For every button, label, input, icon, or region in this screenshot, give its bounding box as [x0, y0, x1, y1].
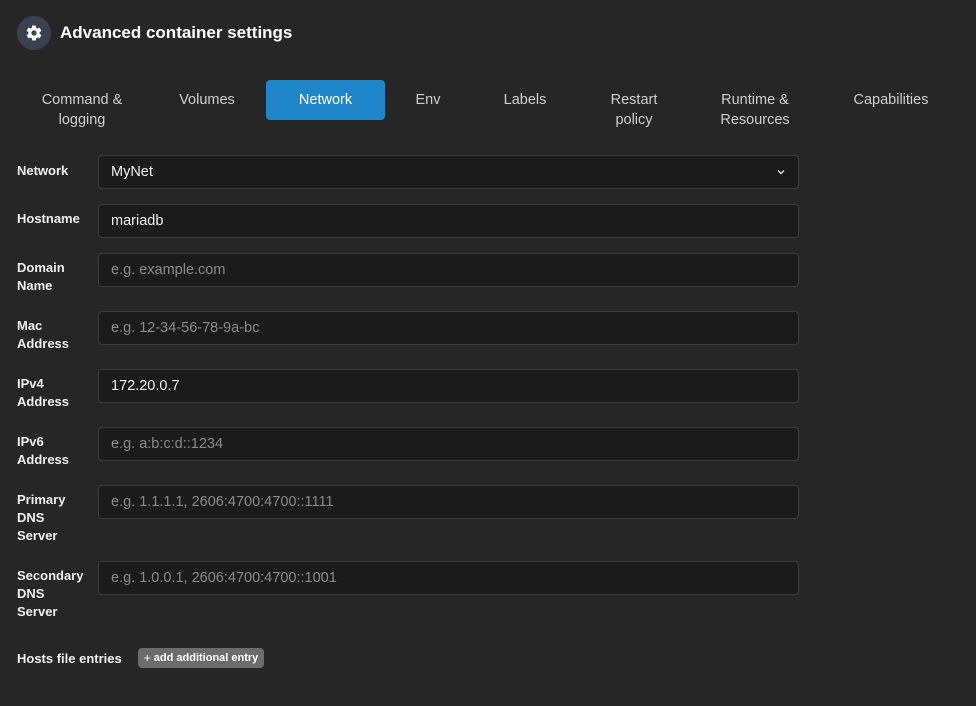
settings-tabs: Command & logging Volumes Network Env Lab… — [22, 80, 952, 130]
chevron-down-icon — [776, 167, 786, 177]
tab-label: Restart policy — [610, 92, 658, 128]
ipv4-address-row: IPv4 Address — [17, 369, 799, 409]
hosts-label: Hosts file entries — [17, 650, 122, 666]
network-select[interactable]: MyNet — [98, 155, 799, 189]
mac-address-row: Mac Address — [17, 311, 799, 351]
primary-dns-row: Primary DNS Server — [17, 485, 799, 545]
page-header: Advanced container settings — [17, 16, 292, 50]
secondary-dns-label: Secondary DNS Server — [17, 568, 84, 619]
tab-volumes[interactable]: Volumes — [149, 80, 265, 120]
tab-label: Volumes — [179, 92, 235, 108]
ipv6-address-row: IPv6 Address — [17, 427, 799, 467]
tab-network[interactable]: Network — [266, 80, 385, 120]
tab-label: Capabilities — [853, 92, 929, 108]
tab-runtime-resources[interactable]: Runtime & Resources — [695, 80, 815, 128]
ipv4-address-label: IPv4 Address — [17, 376, 70, 409]
tab-labels[interactable]: Labels — [475, 80, 575, 120]
hosts-row: Hosts file entries + add additional entr… — [17, 648, 265, 668]
secondary-dns-row: Secondary DNS Server — [17, 561, 799, 621]
domain-name-input[interactable] — [98, 253, 799, 287]
tab-capabilities[interactable]: Capabilities — [834, 80, 948, 120]
tab-label: Command & logging — [41, 92, 123, 128]
gear-icon — [17, 16, 51, 50]
mac-address-input[interactable] — [98, 311, 799, 345]
plus-icon: + — [143, 651, 151, 665]
tab-label: Labels — [503, 92, 547, 108]
tab-label: Env — [415, 92, 441, 108]
add-entry-button[interactable]: + add additional entry — [137, 648, 265, 668]
tab-env[interactable]: Env — [392, 80, 464, 120]
ipv4-address-input[interactable] — [98, 369, 799, 403]
hostname-input[interactable] — [98, 204, 799, 238]
domain-name-row: Domain Name — [17, 253, 799, 293]
page-title: Advanced container settings — [60, 23, 293, 42]
tab-restart-policy[interactable]: Restart policy — [585, 80, 683, 128]
tab-label: Runtime & Resources — [720, 92, 790, 128]
ipv6-address-label: IPv6 Address — [17, 434, 70, 467]
ipv6-address-input[interactable] — [98, 427, 799, 461]
mac-address-label: Mac Address — [17, 318, 70, 351]
primary-dns-input[interactable] — [98, 485, 799, 519]
add-entry-label: add additional entry — [153, 652, 259, 664]
hostname-label: Hostname — [17, 211, 80, 226]
hostname-row: Hostname — [17, 204, 799, 238]
domain-name-label: Domain Name — [17, 260, 65, 293]
primary-dns-label: Primary DNS Server — [17, 492, 66, 543]
network-select-value: MyNet — [111, 164, 153, 180]
network-label: Network — [17, 163, 69, 178]
network-row: Network MyNet — [17, 155, 799, 189]
tab-command-logging[interactable]: Command & logging — [22, 80, 142, 128]
secondary-dns-input[interactable] — [98, 561, 799, 595]
tab-label: Network — [298, 92, 353, 108]
